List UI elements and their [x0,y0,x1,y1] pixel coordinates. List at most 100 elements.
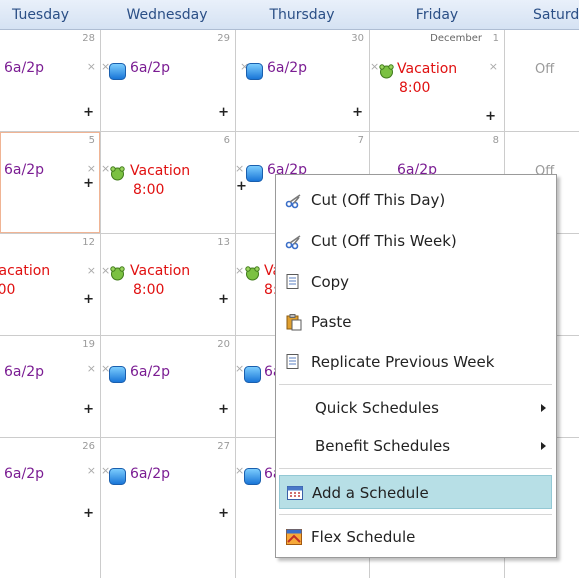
day-cell[interactable]: December 1 × Vacation 8:00 × + [370,30,505,132]
submenu-arrow-icon [541,404,546,412]
vacation-hours: 8:00 [133,282,165,298]
menu-item-flex-schedule[interactable]: Flex Schedule [279,520,552,554]
vacation-hours: 8:00 [399,80,431,96]
off-label: Off [535,62,555,77]
day-cell[interactable]: 13 × Vacation 8:00 + [101,234,236,336]
header-wednesday: Wednesday [126,7,208,23]
menu-item-paste[interactable]: Paste [279,305,552,339]
day-number: 27 [217,441,230,452]
day-cell[interactable]: 28 6a/2p × + [0,30,101,132]
delete-icon[interactable]: × [236,362,244,375]
delete-icon[interactable]: × [87,162,96,175]
delete-icon[interactable]: × [236,464,244,477]
paste-icon [286,314,302,331]
day-number: 29 [217,33,230,44]
context-menu: Cut (Off This Day) Cut (Off This Week) C… [275,174,557,558]
vacation-hours: 8:00 [133,182,165,198]
schedule-label[interactable]: 6a/2p [4,162,44,178]
header-saturday: Saturday [533,7,579,23]
day-cell[interactable]: Off [505,30,579,132]
schedule-label[interactable]: 6a/2p [4,466,44,482]
add-icon[interactable]: + [218,402,229,417]
menu-item-replicate-week[interactable]: Replicate Previous Week [279,345,552,379]
vacation-icon [379,64,394,79]
day-number: 13 [217,237,230,248]
menu-item-label: Add a Schedule [312,484,429,502]
add-icon[interactable]: + [83,105,94,120]
schedule-icon [246,63,263,80]
day-cell[interactable]: 20 × 6a/2p + [101,336,236,438]
menu-item-label: Quick Schedules [315,399,439,417]
vacation-label[interactable]: Vacation 8:00 [0,262,50,300]
copy-icon [286,274,299,289]
day-number: 8 [492,135,499,146]
day-number: 6 [223,135,230,146]
day-cell[interactable]: 26 6a/2p × + [0,438,101,578]
menu-separator [279,468,552,469]
day-cell[interactable]: 29 6a/2p × + [101,30,236,132]
schedule-icon [109,468,126,485]
add-icon[interactable]: + [83,402,94,417]
menu-item-label: Replicate Previous Week [311,353,495,371]
delete-icon[interactable]: × [87,362,96,375]
vacation-label[interactable]: Vacation 8:00 [130,262,190,300]
day-number: 12 [82,237,95,248]
vacation-type: Vacation [397,61,458,77]
menu-separator [279,384,552,385]
add-icon[interactable]: + [485,109,496,124]
add-icon[interactable]: + [218,292,229,307]
day-cell[interactable]: 19 6a/2p × + [0,336,101,438]
delete-icon[interactable]: × [101,60,110,73]
delete-icon[interactable]: × [489,60,498,73]
submenu-arrow-icon [541,442,546,450]
day-number: 5 [88,135,95,146]
menu-item-label: Flex Schedule [311,528,416,546]
schedule-label[interactable]: 6a/2p [130,466,170,482]
schedule-icon [109,366,126,383]
day-cell[interactable]: 30 × 6a/2p + [236,30,370,132]
schedule-label[interactable]: 6a/2p [130,60,170,76]
day-number: 30 [351,33,364,44]
delete-icon[interactable]: × [236,264,244,277]
schedule-label[interactable]: 6a/2p [4,364,44,380]
menu-separator [279,514,552,515]
menu-item-cut-week[interactable]: Cut (Off This Week) [279,224,552,258]
schedule-label[interactable]: 6a/2p [130,364,170,380]
day-number: 1 [492,33,499,44]
add-icon[interactable]: + [218,105,229,120]
vacation-label[interactable]: Vacation 8:00 [397,60,457,98]
schedule-label[interactable]: 6a/2p [4,60,44,76]
day-cell[interactable]: 12 Vacation 8:00 × + [0,234,101,336]
month-label: December [430,33,482,44]
header-friday: Friday [415,7,459,23]
vacation-icon [110,166,125,181]
delete-icon[interactable]: × [236,162,244,175]
add-icon[interactable]: + [83,292,94,307]
schedule-icon [246,165,263,182]
add-icon[interactable]: + [83,506,94,521]
vacation-label[interactable]: Vacation 8:00 [130,162,190,200]
header-thursday: Thursday [269,7,335,23]
day-cell-selected[interactable]: 5 6a/2p × + [0,132,101,234]
day-number: 28 [82,33,95,44]
delete-icon[interactable]: × [87,264,96,277]
calendar-icon [287,486,303,500]
menu-item-benefit-schedules[interactable]: Benefit Schedules [279,429,552,463]
menu-item-cut-day[interactable]: Cut (Off This Day) [279,183,552,217]
add-icon[interactable]: + [83,176,94,191]
menu-item-copy[interactable]: Copy [279,265,552,299]
day-cell[interactable]: 6 × Vacation 8:00 [101,132,236,234]
add-icon[interactable]: + [352,105,363,120]
day-number: 20 [217,339,230,350]
delete-icon[interactable]: × [87,60,96,73]
schedule-icon [109,63,126,80]
menu-item-add-schedule[interactable]: Add a Schedule [279,475,552,509]
scissors-icon [285,235,301,250]
schedule-label[interactable]: 6a/2p [267,60,307,76]
vacation-type: Vacation [0,263,51,279]
delete-icon[interactable]: × [87,464,96,477]
add-icon[interactable]: + [218,506,229,521]
vacation-icon [245,266,260,281]
menu-item-quick-schedules[interactable]: Quick Schedules [279,391,552,425]
day-cell[interactable]: 27 × 6a/2p + [101,438,236,578]
